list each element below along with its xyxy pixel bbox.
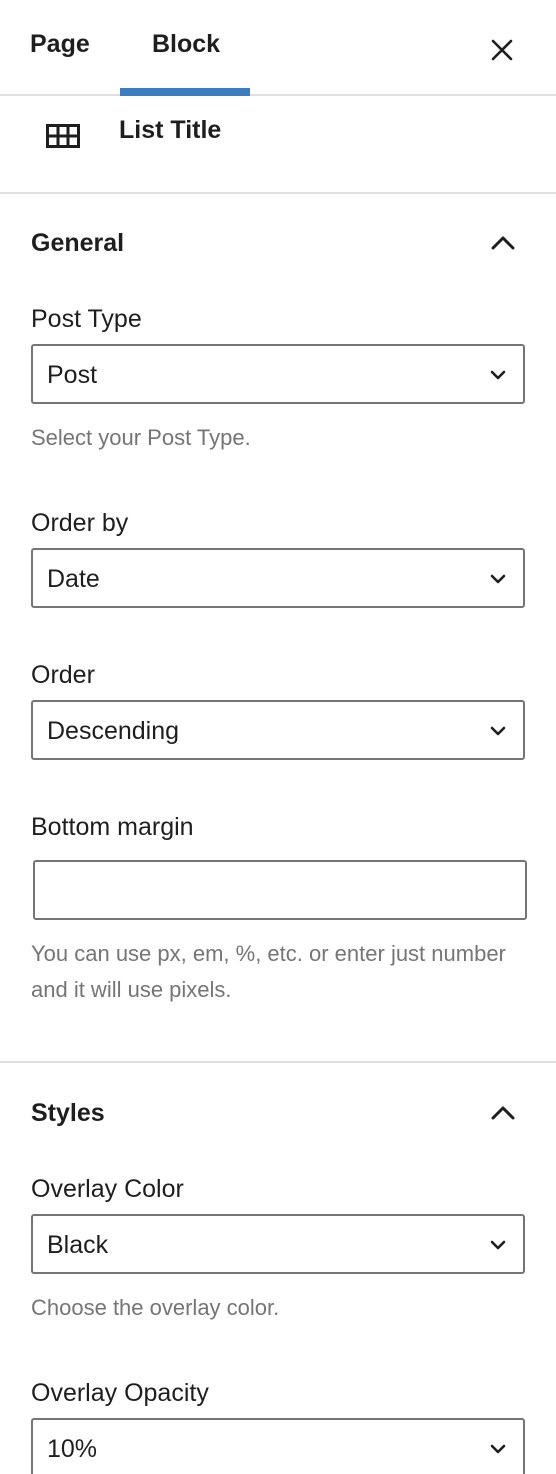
panel-title-general: General [31,229,125,257]
block-card: List Title [0,96,556,194]
chevron-down-icon [490,574,506,584]
chevron-down-icon [490,726,506,736]
panel-title-styles: Styles [31,1099,105,1127]
order-label: Order [31,661,95,689]
post-type-help: Select your Post Type. [31,425,251,450]
post-type-select[interactable]: Post [31,344,525,404]
bottom-margin-label: Bottom margin [31,813,194,841]
tab-block[interactable]: Block [152,30,220,59]
overlay-color-help: Choose the overlay color. [31,1295,280,1320]
post-type-value: Post [47,361,98,389]
bottom-margin-help: You can use px, em, %, etc. or enter jus… [31,941,506,1002]
post-type-label: Post Type [31,305,142,333]
chevron-up-icon[interactable] [490,233,516,251]
panel-divider [0,1061,556,1063]
bottom-margin-input[interactable] [33,860,527,920]
active-tab-indicator [120,88,250,96]
overlay-opacity-label: Overlay Opacity [31,1379,209,1407]
order-by-label: Order by [31,509,129,537]
chevron-up-icon[interactable] [490,1103,516,1121]
overlay-color-label: Overlay Color [31,1175,184,1203]
overlay-opacity-value: 10% [47,1435,98,1463]
chevron-down-icon [490,1444,506,1454]
chevron-down-icon [490,1240,506,1250]
close-icon [491,39,513,61]
close-button[interactable] [486,30,518,66]
chevron-down-icon [490,370,506,380]
overlay-opacity-select[interactable]: 10% [31,1418,525,1474]
sidebar-tabs: Page Block [0,0,556,96]
order-by-select[interactable]: Date [31,548,525,608]
order-by-value: Date [47,565,100,593]
block-title: List Title [119,116,222,144]
overlay-color-select[interactable]: Black [31,1214,525,1274]
order-value: Descending [47,717,180,745]
order-select[interactable]: Descending [31,700,525,760]
overlay-color-value: Black [47,1231,109,1259]
tab-page[interactable]: Page [30,30,90,59]
grid-icon [46,124,80,148]
